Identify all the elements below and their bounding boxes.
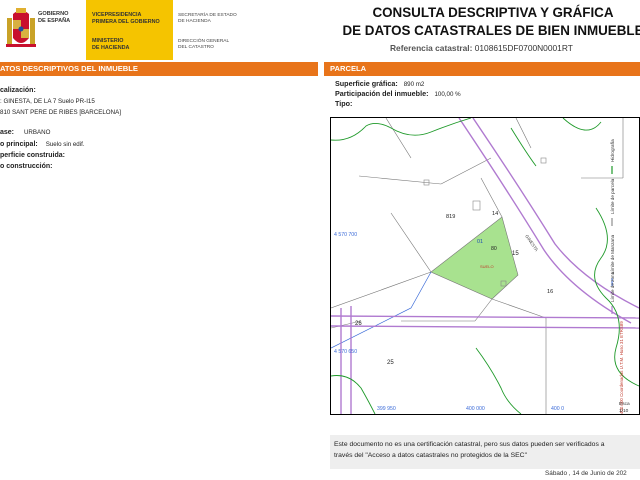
legend-block-limit: Límite de Manzana (610, 234, 615, 274)
label-line: MINISTERIO (92, 38, 124, 44)
parcel-number: 80 (491, 246, 497, 252)
use-value: Suelo sin edif. (45, 141, 85, 148)
reference-value[interactable]: 0108615DF0700N0001RT (475, 43, 573, 53)
scale-label: Esca (619, 401, 630, 407)
participation-value: 100,00 % (434, 91, 461, 98)
issue-date: Sábado , 14 de Junio de 202 (545, 470, 627, 477)
location-label-text: calización: (0, 87, 36, 94)
gov-line: GOBIERNO (38, 11, 69, 17)
participation-label: Participación del inmueble: (335, 89, 429, 98)
coordinate-label: 400 0 (551, 406, 564, 412)
scale-value: 1/10 (619, 408, 629, 414)
ministry-label: MINISTERIO DE HACIENDA (92, 38, 172, 51)
disclaimer-line: través del "Acceso a datos catastrales n… (334, 452, 527, 459)
label-line: DE HACIENDA (178, 19, 211, 25)
land-use-label: SUELO (480, 264, 494, 269)
parcel-number: 14 (492, 211, 498, 217)
legend-parcel-limit: Límite de parcela (610, 178, 615, 214)
disclaimer-note: Este documento no es una certificación c… (330, 435, 640, 469)
class-label: ase: (0, 129, 15, 136)
government-label: GOBIERNO DE ESPAÑA (38, 11, 86, 25)
page-subtitle: DE DATOS CATASTRALES DE BIEN INMUEBLE (342, 23, 640, 38)
use-row: o principal: Suelo sin edif. (0, 140, 85, 149)
parcel-number: 15 (512, 251, 519, 257)
location-label: calización: (0, 86, 36, 95)
directorate-label: DIRECCIÓN GENERAL DEL CATASTRO (178, 39, 248, 51)
section-bar-descriptive: ATOS DESCRIPTIVOS DEL INMUEBLE (0, 62, 318, 76)
location-line-2: 810 SANT PERE DE RIBES [BARCELONA] (0, 108, 121, 117)
map-legend: Hidrografía Límite de parcela Límite de … (610, 139, 624, 414)
class-row: ase: URBANO (0, 128, 50, 137)
map-canvas: 819 14 80 15 16 26 25 SUELO 01 GINESTA 4… (331, 118, 639, 414)
header: GOBIERNO DE ESPAÑA VICEPRESIDENCIA PRIME… (0, 0, 640, 62)
label-line: PRIMERA DEL GOBIERNO (92, 18, 160, 25)
type-label: Tipo: (335, 99, 353, 108)
coat-of-arms-logo (6, 8, 36, 47)
projection-label: 400.000 Coordenadas U.T.M. Huso 31 ETRS8… (619, 321, 624, 414)
built-area-label: perficie construida: (0, 152, 65, 159)
coordinate-label: 4 570 650 (334, 349, 357, 355)
label-line: DE HACIENDA (92, 44, 130, 51)
construction-year-row: o construcción: (0, 162, 53, 171)
coordinate-label: 400 000 (466, 406, 485, 412)
selected-parcel[interactable] (430, 216, 519, 300)
street-label: GINESTA (524, 234, 539, 252)
graphic-area-label: Superficie gráfica: (335, 79, 398, 88)
vicepresidency-label: VICEPRESIDENCIA PRIMERA DEL GOBIERNO (92, 12, 172, 25)
use-label: o principal: (0, 141, 38, 148)
parcel-number: 25 (387, 360, 394, 366)
graphic-area-value: 890 m2 (403, 81, 425, 88)
coordinate-label: 4 570 700 (334, 232, 357, 238)
label-line: VICEPRESIDENCIA (92, 12, 142, 18)
ministry-band: VICEPRESIDENCIA PRIMERA DEL GOBIERNO MIN… (86, 0, 173, 60)
location-city: 810 SANT PERE DE RIBES [BARCELONA] (0, 109, 121, 116)
participation-row: Participación del inmueble: 100,00 % (335, 89, 461, 100)
built-area-row: perficie construida: (0, 151, 65, 160)
gov-line: DE ESPAÑA (38, 18, 71, 24)
cadastral-code-label: 01 (477, 239, 483, 245)
location-address: : GINESTA, DE LA 7 Suelo PR-I15 (0, 98, 95, 105)
cadastral-map[interactable]: 819 14 80 15 16 26 25 SUELO 01 GINESTA 4… (330, 117, 640, 415)
legend-zone-limit: Límite de zona (610, 271, 615, 302)
class-value: URBANO (23, 129, 51, 136)
page-title: CONSULTA DESCRIPTIVA Y GRÁFICA (372, 5, 614, 20)
cadastral-reference: Referencia catastral: 0108615DF0700N0001… (390, 43, 573, 53)
disclaimer-line: Este documento no es una certificación c… (334, 441, 605, 448)
section-bar-parcel: PARCELA (324, 62, 640, 76)
parcel-number: 16 (547, 289, 553, 295)
location-line-1: : GINESTA, DE LA 7 Suelo PR-I15 (0, 97, 95, 106)
construction-year-label: o construcción: (0, 163, 53, 170)
type-row: Tipo: (335, 99, 352, 109)
reference-label: Referencia catastral: (390, 43, 473, 53)
legend-hydrography: Hidrografía (610, 139, 615, 162)
label-line: DEL CATASTRO (178, 45, 214, 51)
parcel-number: 26 (355, 321, 362, 327)
secretary-label: SECRETARÍA DE ESTADO DE HACIENDA (178, 13, 248, 25)
zone-boundary (331, 271, 432, 349)
coordinate-label: 399 950 (377, 406, 396, 412)
parcel-number: 819 (446, 214, 455, 220)
